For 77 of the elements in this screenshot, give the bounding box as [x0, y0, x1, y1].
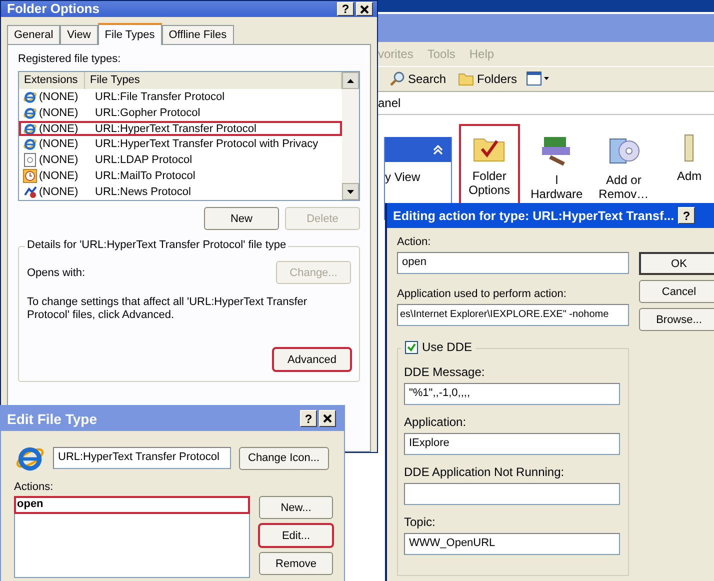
- help-button[interactable]: ?: [300, 410, 317, 427]
- group-title: Details for 'URL:HyperText Transfer Protocol' file type: [25, 239, 288, 251]
- down-arrow-icon: [347, 190, 354, 194]
- search-icon: [389, 71, 405, 87]
- column-header[interactable]: Extensions: [19, 72, 85, 89]
- text-field[interactable]: [404, 483, 620, 505]
- advanced-button[interactable]: Advanced: [273, 348, 351, 371]
- dialog-button[interactable]: Remove: [259, 552, 333, 575]
- close-icon: [360, 4, 369, 14]
- tab[interactable]: General: [7, 25, 60, 44]
- close-icon: [323, 414, 332, 423]
- collapse-icon[interactable]: [433, 144, 443, 154]
- checkbox[interactable]: [405, 340, 418, 354]
- help-button[interactable]: ?: [678, 207, 695, 224]
- field-label: Action:: [397, 236, 432, 248]
- views-icon[interactable]: [526, 71, 550, 87]
- close-button[interactable]: [356, 2, 373, 16]
- folder-icon: [458, 72, 474, 86]
- field-label: Topic:: [404, 515, 436, 529]
- toolbar-button[interactable]: Search: [386, 69, 450, 89]
- tab[interactable]: File Types: [98, 23, 162, 45]
- application-field[interactable]: es\Internet Explorer\IEXPLORE.EXE" -nohome: [397, 304, 629, 326]
- window-title: Editing action for type: URL:HyperText Transf...: [393, 208, 676, 222]
- scroll-up-button[interactable]: [342, 72, 359, 89]
- document-icon: [23, 153, 37, 168]
- admin-tools-icon: [684, 133, 694, 163]
- actions-label: Actions:: [14, 481, 54, 493]
- file-type-name-field[interactable]: URL:HyperText Transfer Protocol: [53, 447, 231, 469]
- address-text: anel: [378, 96, 401, 110]
- file-type-row[interactable]: (NONE) URL:File Transfer Protocol: [19, 88, 342, 105]
- network-icon: [23, 185, 37, 200]
- field-label: Application:: [404, 415, 468, 429]
- file-type-row[interactable]: (NONE) URL:HyperText Transfer Protocol with Privacy: [19, 136, 342, 152]
- dialog-button[interactable]: New...: [259, 496, 333, 519]
- text-field[interactable]: "%1",,-1,0,,,,: [404, 383, 620, 405]
- window-title: Edit File Type: [7, 410, 98, 426]
- browser-icon: [23, 90, 37, 104]
- help-button[interactable]: ?: [337, 2, 354, 16]
- toolbar-button[interactable]: Folders: [455, 70, 520, 88]
- close-button[interactable]: [319, 410, 336, 427]
- tab[interactable]: Offline Files: [162, 25, 234, 44]
- up-arrow-icon: [347, 78, 354, 82]
- change-icon-button[interactable]: Change Icon...: [239, 446, 329, 470]
- text-field[interactable]: IExplore: [404, 433, 620, 455]
- dialog-button[interactable]: Cancel: [639, 280, 714, 303]
- checkbox-label: Use DDE: [422, 340, 472, 354]
- details-note: To change settings that affect all 'URL:HyperText Transfer Protocol' files, click Advanced.: [27, 296, 308, 322]
- browser-icon: [23, 106, 37, 120]
- task-link[interactable]: y View: [385, 162, 451, 184]
- control-panel-item[interactable]: Add or Remov…: [594, 125, 653, 209]
- control-panel-item[interactable]: Adm: [660, 125, 714, 191]
- list-label: Registered file types:: [18, 53, 122, 65]
- text-field[interactable]: WWW_OpenURL: [404, 533, 620, 555]
- file-type-row[interactable]: (NONE) URL:MailTo Protocol: [19, 168, 342, 184]
- browser-icon: [23, 137, 37, 152]
- browser-icon: [23, 122, 37, 136]
- tab[interactable]: View: [60, 25, 98, 44]
- file-type-row[interactable]: (NONE) URL:HyperText Transfer Protocol: [19, 120, 342, 136]
- control-panel-item[interactable]: Folder Options: [460, 125, 519, 211]
- field-label: DDE Message:: [404, 365, 486, 379]
- dialog-button[interactable]: OK: [639, 252, 714, 275]
- file-type-row[interactable]: (NONE) URL:LDAP Protocol: [19, 152, 342, 168]
- action-field[interactable]: open: [397, 252, 629, 274]
- scroll-down-button[interactable]: [342, 183, 359, 200]
- file-type-row[interactable]: (NONE) URL:Gopher Protocol: [19, 104, 342, 121]
- field-label: DDE Application Not Running:: [404, 465, 566, 479]
- control-panel-item[interactable]: l Hardware: [526, 125, 587, 209]
- file-type-row[interactable]: (NONE) URL:News Protocol: [19, 184, 342, 200]
- opens-with-label: Opens with:: [27, 266, 86, 278]
- action-item[interactable]: open: [15, 497, 249, 513]
- window-title: Folder Options: [7, 2, 100, 16]
- dialog-button[interactable]: Browse...: [639, 308, 714, 331]
- dialog-button[interactable]: Edit...: [259, 524, 333, 547]
- field-label: Application used to perform action:: [397, 288, 568, 300]
- clock-icon: [23, 169, 37, 184]
- check-icon: [407, 342, 416, 352]
- dialog-button[interactable]: New: [204, 207, 279, 230]
